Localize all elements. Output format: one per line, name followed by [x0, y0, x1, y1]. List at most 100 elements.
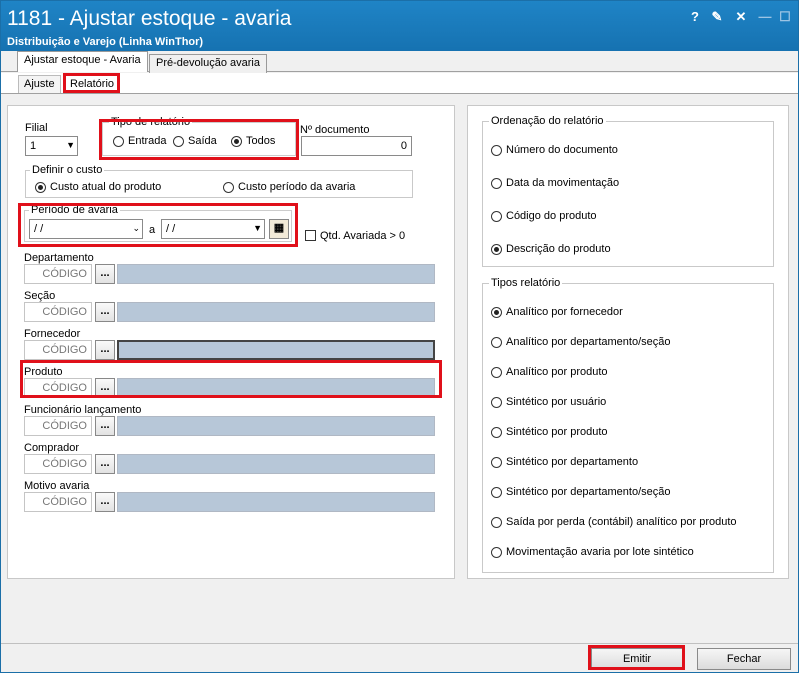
tipo-relatorio-group: Tipo de relatório Entrada Saída Todos	[102, 116, 296, 156]
radio-tipo-6[interactable]: Sintético por departamento/seção	[491, 486, 671, 498]
radio-label: Sintético por departamento/seção	[506, 486, 671, 498]
search-button[interactable]: ...	[95, 378, 115, 398]
radio-indicator	[491, 456, 502, 468]
radio-todos[interactable]: Todos	[231, 135, 275, 147]
search-button[interactable]: ...	[95, 302, 115, 322]
filial-label: Filial	[25, 122, 48, 134]
description-field	[117, 454, 435, 474]
tipos-group: Tipos relatório Analítico por fornecedor…	[482, 277, 774, 573]
periodo-from-input[interactable]: / / ⌄	[29, 219, 143, 239]
bottom-bar: Emitir Fechar	[1, 643, 798, 672]
emitir-button[interactable]: Emitir	[591, 648, 683, 670]
radio-label: Sintético por departamento	[506, 456, 639, 468]
description-field	[117, 416, 435, 436]
sub-tabs: Ajuste Relatório	[1, 73, 798, 94]
description-field	[116, 339, 436, 361]
radio-indicator	[491, 210, 502, 222]
window-subtitle: Distribuição e Varejo (Linha WinThor)	[7, 36, 204, 48]
radio-indicator	[491, 306, 502, 318]
radio-ord-codigo[interactable]: Código do produto	[491, 210, 597, 222]
search-button[interactable]: ...	[95, 264, 115, 284]
radio-label: Código do produto	[506, 210, 597, 222]
filial-value: 1	[30, 140, 37, 152]
radio-label: Custo período da avaria	[238, 181, 356, 193]
radio-custo-atual[interactable]: Custo atual do produto	[35, 181, 161, 193]
main-tabs: Ajustar estoque - Avaria Pré-devolução a…	[1, 51, 798, 73]
chevron-down-icon: ▼	[253, 223, 262, 233]
radio-tipo-8[interactable]: Movimentação avaria por lote sintético	[491, 546, 694, 558]
filter-label: Comprador	[24, 442, 80, 454]
radio-tipo-7[interactable]: Saída por perda (contábil) analítico por…	[491, 516, 737, 528]
description-field	[117, 378, 435, 398]
qtd-avariada-label: Qtd. Avariada > 0	[320, 230, 406, 242]
ordenacao-group: Ordenação do relatório Número do documen…	[482, 115, 774, 267]
filter-label: Departamento	[24, 252, 94, 264]
radio-tipo-2[interactable]: Analítico por produto	[491, 366, 608, 378]
calendar-icon[interactable]: ▦	[269, 219, 289, 239]
title-bar: 1181 - Ajustar estoque - avaria Distribu…	[1, 1, 798, 51]
edit-icon[interactable]: ✎	[709, 9, 725, 25]
tab-ajustar-estoque[interactable]: Ajustar estoque - Avaria	[17, 51, 148, 72]
codigo-input[interactable]: CÓDIGO	[24, 454, 92, 474]
maximize-icon[interactable]: ☐	[777, 9, 793, 25]
search-button[interactable]: ...	[95, 492, 115, 512]
filial-select[interactable]: 1 ▼	[25, 136, 78, 156]
search-button[interactable]: ...	[95, 454, 115, 474]
search-button[interactable]: ...	[95, 340, 115, 360]
codigo-input[interactable]: CÓDIGO	[24, 492, 92, 512]
filter-label: Seção	[24, 290, 56, 302]
window-title: 1181 - Ajustar estoque - avaria	[7, 7, 292, 30]
codigo-input[interactable]: CÓDIGO	[24, 302, 92, 322]
help-icon[interactable]: ?	[687, 9, 703, 25]
custo-title: Definir o custo	[30, 164, 105, 176]
radio-indicator	[491, 546, 502, 558]
radio-label: Analítico por produto	[506, 366, 608, 378]
periodo-to-input[interactable]: / / ▼	[161, 219, 265, 239]
tab-ajuste[interactable]: Ajuste	[18, 75, 61, 93]
num-doc-label: Nº documento	[300, 124, 370, 136]
radio-tipo-5[interactable]: Sintético por departamento	[491, 456, 638, 468]
radio-indicator	[173, 135, 184, 147]
tab-relatorio[interactable]: Relatório	[64, 75, 121, 93]
tipo-relatorio-title: Tipo de relatório	[109, 116, 193, 128]
radio-label: Saída	[188, 135, 217, 147]
num-doc-input[interactable]: 0	[301, 136, 412, 156]
radio-saida[interactable]: Saída	[173, 135, 217, 147]
radio-label: Entrada	[128, 135, 167, 147]
radio-label: Sintético por produto	[506, 426, 608, 438]
radio-tipo-0[interactable]: Analítico por fornecedor	[491, 306, 623, 318]
radio-ord-descricao[interactable]: Descrição do produto	[491, 243, 611, 255]
radio-indicator	[491, 396, 502, 408]
radio-indicator	[491, 366, 502, 378]
fechar-button[interactable]: Fechar	[697, 648, 791, 670]
radio-ord-data[interactable]: Data da movimentação	[491, 177, 619, 189]
codigo-input[interactable]: CÓDIGO	[24, 378, 92, 398]
chevron-down-icon: ▼	[66, 140, 75, 150]
minimize-icon[interactable]: —	[757, 9, 773, 25]
radio-indicator	[491, 177, 502, 189]
radio-tipo-1[interactable]: Analítico por departamento/seção	[491, 336, 671, 348]
radio-custo-periodo[interactable]: Custo período da avaria	[223, 181, 355, 193]
radio-ord-numero[interactable]: Número do documento	[491, 144, 618, 156]
radio-indicator	[491, 486, 502, 498]
radio-indicator	[491, 243, 502, 255]
close-icon[interactable]: ✕	[733, 9, 749, 25]
radio-indicator	[491, 144, 502, 156]
app-window: 1181 - Ajustar estoque - avaria Distribu…	[0, 0, 799, 673]
radio-tipo-4[interactable]: Sintético por produto	[491, 426, 608, 438]
radio-indicator	[35, 181, 46, 193]
tab-pre-devolucao[interactable]: Pré-devolução avaria	[149, 54, 267, 73]
codigo-input[interactable]: CÓDIGO	[24, 416, 92, 436]
description-field	[117, 492, 435, 512]
qtd-avariada-checkbox[interactable]	[305, 230, 316, 241]
filters-panel: Filial 1 ▼ Tipo de relatório Entrada Saí…	[7, 105, 455, 579]
search-button[interactable]: ...	[95, 416, 115, 436]
radio-label: Analítico por fornecedor	[506, 306, 623, 318]
options-panel: Ordenação do relatório Número do documen…	[467, 105, 789, 579]
radio-entrada[interactable]: Entrada	[113, 135, 167, 147]
codigo-input[interactable]: CÓDIGO	[24, 340, 92, 360]
radio-tipo-3[interactable]: Sintético por usuário	[491, 396, 606, 408]
radio-indicator	[223, 181, 234, 193]
codigo-input[interactable]: CÓDIGO	[24, 264, 92, 284]
radio-indicator	[491, 516, 502, 528]
